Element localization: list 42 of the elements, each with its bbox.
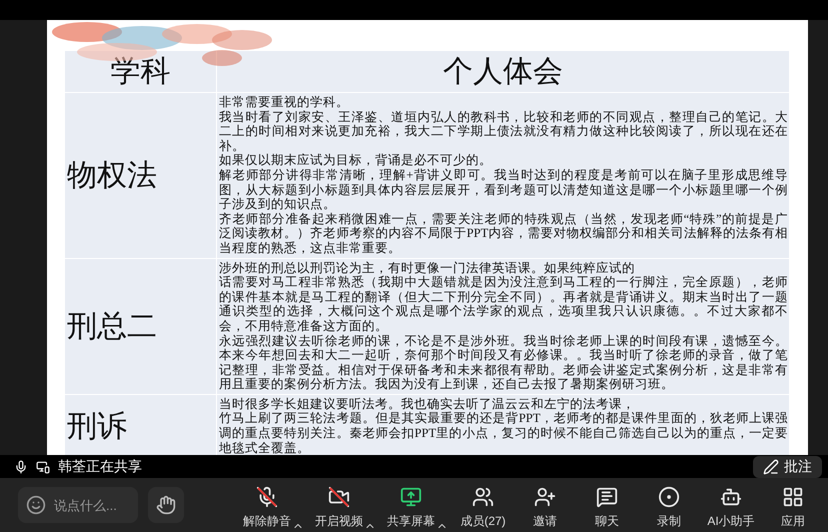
screen-icon (36, 460, 50, 474)
share-button[interactable]: 共享屏幕 (380, 482, 442, 532)
mic-muted-icon (256, 486, 278, 508)
record-icon (658, 486, 680, 508)
mic-icon (14, 460, 28, 474)
chat-icon (596, 486, 618, 508)
subject-cell: 物权法 (64, 92, 216, 258)
record-button[interactable]: 录制 (638, 482, 700, 532)
column-header: 个人体会 (216, 50, 790, 92)
notes-paragraph: 话需要对马工程非常熟悉（我期中大题错就是因为没注意到马工程的一行脚注，完全原题），老师的课件基本就是马工程的翻译（但大二下刑分完全不同）。再者就是背诵讲义。期末当时出了一题通识类型的选择，大概问这个观点是哪个法学家的观点，选项里我只认识康德。。不过大家都不会，不用特意准备这方面的。 (219, 275, 788, 334)
grid-icon (782, 486, 804, 508)
chat-input[interactable]: 说点什么... (52, 496, 136, 514)
mic-button[interactable]: 解除静音 (236, 482, 298, 532)
chat-input-field[interactable]: 说点什么... (18, 487, 138, 523)
pen-icon (763, 459, 779, 475)
smiley-icon (26, 495, 46, 515)
raise-hand-button[interactable] (148, 487, 184, 523)
notes-paragraph: 永远强烈建议去听徐老师的课，不论是不是涉外班。我当时徐老师上课的时间段有课，遗憾至今。本来今年想回去和大二一起听，奈何那个时间段又有必修课。。我当时听了徐老师的录音，做了笔记整理，非常受益。相信对于保研备考和未来都很有帮助。老师会讲鉴定式案例分析，这是非常有用且重要的案例分析方法。我因为没有上到课，还自己去报了暑期案例研习班。 (219, 334, 788, 392)
annotate-button[interactable]: 批注 (753, 456, 822, 478)
people-icon (472, 486, 494, 508)
apps-button[interactable]: 应用 (762, 482, 824, 532)
notes-paragraph: 齐老师部分准备起来稍微困难一点，需要关注老师的特殊观点（当然，发现老师“特殊”的前提是广泛阅读教材。）齐老师考察的内容不局限于PPT内容，需要对物权编部分和相关司法解释的法条有相当程度的熟悉，这点非常重要。 (219, 212, 788, 256)
assistant-button[interactable]: AI小助手 (700, 482, 762, 532)
members-button[interactable]: 成员(27) (452, 482, 514, 532)
share-screen-icon (400, 486, 422, 508)
add-person-icon (534, 486, 556, 508)
notes-paragraph: 解老师部分讲得非常清晰，理解+背讲义即可。我当时达到的程度是考前可以在脑子里形成思维导图，从大标题到小标题到具体内容层层展开，看到考题可以清楚知道这是哪一个小标题里哪一个例子涉及到的知识点。 (219, 168, 788, 212)
video-button[interactable]: 开启视频 (308, 482, 370, 532)
notes-paragraph: 涉外班的刑总以刑罚论为主，有时更像一门法律英语课。如果纯粹应试的 (219, 260, 636, 276)
notes-paragraph: 如果仅以期末应试为目标，背诵是必不可少的。 (219, 153, 493, 168)
notes-paragraph: 当时很多学长姐建议要听法考。我也确实去听了温云云和左宁的法考课， (219, 396, 636, 412)
column-header: 学科 (64, 50, 216, 92)
hand-icon (156, 495, 176, 515)
chat-button[interactable]: 聊天 (576, 482, 638, 532)
camera-off-icon (328, 486, 350, 508)
notes-paragraph: 我当时看了刘家安、王泽鉴、道垣内弘人的教科书，比较和老师的不同观点，整理自己的笔记。大二上的时间相对来说更加充裕，我大二下学期上债法就没有精力做这种比较阅读了，所以现在还在补。 (219, 110, 788, 154)
invite-button[interactable]: 邀请 (514, 482, 576, 532)
notes-paragraph: 竹马上刷了两三轮法考题。但是其实最重要的还是背PPT，老师考的都是课件里面的，狄老师上课强调的重点要特别关注。秦老师会扣PPT里的小点，复习的时候不能自己筛选自己以为的重点，一定要地毯式全覆盖。 (219, 411, 788, 455)
robot-icon (720, 486, 742, 508)
subject-cell: 刑总二 (64, 258, 216, 394)
sharing-status: 韩荃正在共享 (58, 458, 142, 476)
notes-paragraph: 非常需要重视的学科。 (219, 95, 350, 110)
